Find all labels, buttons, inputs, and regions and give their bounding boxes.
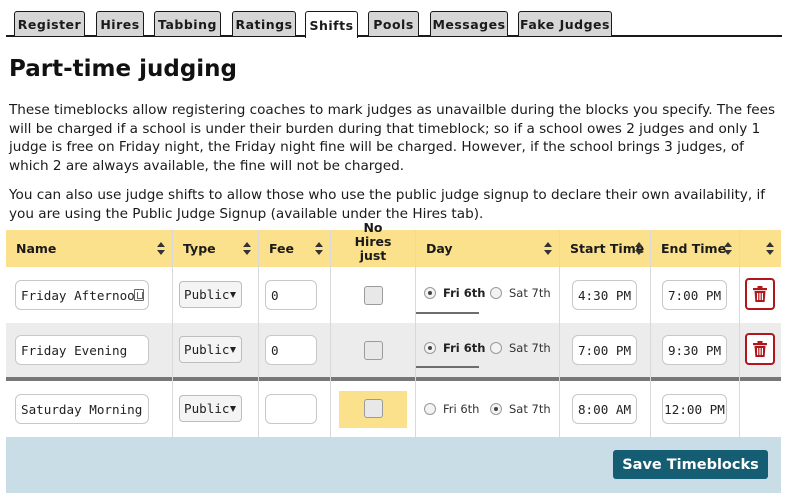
end-time-input[interactable]: 12:00 PM: [662, 394, 727, 424]
column-separator: [650, 230, 651, 437]
nohires-checkbox[interactable]: [364, 286, 383, 305]
day-radio-fri[interactable]: [424, 403, 436, 415]
name-input[interactable]: Friday Afternoon: [15, 280, 149, 310]
shift-paragraph: You can also use judge shifts to allow t…: [9, 187, 766, 222]
tab-bar: Register Hires Tabbing Ratings Shifts Po…: [0, 0, 788, 38]
col-header-day[interactable]: Day: [416, 230, 559, 267]
day-radio-sat[interactable]: [490, 403, 502, 415]
fee-input[interactable]: 0: [265, 280, 317, 310]
fee-input[interactable]: 0: [265, 335, 317, 365]
day-label-sat: Sat 7th: [509, 286, 551, 300]
tab-ratings[interactable]: Ratings: [232, 11, 296, 36]
day-radio-sat[interactable]: [490, 287, 502, 299]
tab-hires[interactable]: Hires: [96, 11, 144, 36]
type-select[interactable]: Public: [179, 336, 242, 363]
type-select[interactable]: Public: [179, 281, 242, 308]
start-time-input[interactable]: 8:00 AM: [572, 394, 637, 424]
table-row: Friday Evening Public 0 Fri 6th Sat 7th …: [6, 323, 781, 377]
day-label-sat: Sat 7th: [509, 341, 551, 355]
sort-icon: [544, 242, 552, 255]
intro-paragraph: These timeblocks allow registering coach…: [9, 102, 776, 174]
col-header-end[interactable]: End Time: [651, 230, 739, 267]
end-time-input[interactable]: 7:00 PM: [662, 280, 727, 310]
sort-icon: [243, 242, 251, 255]
tab-messages[interactable]: Messages: [430, 11, 508, 36]
page-title: Part-time judging: [9, 56, 238, 82]
nohires-checkbox[interactable]: [364, 341, 383, 360]
day-label-fri: Fri 6th: [443, 402, 480, 416]
day-label-fri: Fri 6th: [443, 286, 486, 300]
fee-input[interactable]: [265, 394, 317, 424]
tab-fake-judges[interactable]: Fake Judges: [518, 11, 612, 36]
selected-day-indicator: [416, 366, 479, 368]
tab-shifts[interactable]: Shifts: [305, 11, 358, 38]
day-radio-fri[interactable]: [424, 342, 436, 354]
end-time-input[interactable]: 9:30 PM: [662, 335, 727, 365]
table-row: Friday Afternoon Public 0 Fri 6th Sat 7t…: [6, 267, 781, 323]
column-separator: [330, 230, 331, 437]
day-label-fri: Fri 6th: [443, 341, 486, 355]
col-header-type[interactable]: Type: [173, 230, 258, 267]
column-separator: [172, 230, 173, 437]
column-separator: [739, 230, 740, 437]
day-label-sat: Sat 7th: [509, 402, 551, 416]
table-row-new: Saturday Morning Public Fri 6th Sat 7th …: [6, 381, 781, 437]
col-header-actions[interactable]: [740, 230, 781, 267]
column-separator: [559, 230, 560, 437]
tab-tabbing[interactable]: Tabbing: [154, 11, 221, 36]
trash-icon: [753, 286, 767, 302]
tab-register[interactable]: Register: [14, 11, 85, 36]
type-select[interactable]: Public: [179, 395, 242, 422]
day-radio-sat[interactable]: [490, 342, 502, 354]
col-header-fee[interactable]: Fee: [259, 230, 330, 267]
sort-icon: [635, 242, 643, 255]
nohires-checkbox[interactable]: [364, 399, 383, 418]
start-time-input[interactable]: 4:30 PM: [572, 280, 637, 310]
sort-icon: [157, 242, 165, 255]
delete-button[interactable]: [745, 333, 775, 365]
name-input[interactable]: Friday Evening: [15, 335, 149, 365]
sort-icon: [315, 242, 323, 255]
column-separator: [415, 230, 416, 437]
selected-day-indicator: [416, 312, 479, 314]
day-radio-fri[interactable]: [424, 287, 436, 299]
col-header-start[interactable]: Start Time: [560, 230, 650, 267]
chevron-down-icon: [230, 347, 236, 353]
trash-icon: [753, 341, 767, 357]
sort-icon: [724, 242, 732, 255]
chevron-down-icon: [230, 292, 236, 298]
col-header-name[interactable]: Name: [6, 230, 172, 267]
name-input[interactable]: Saturday Morning: [15, 394, 149, 424]
column-separator: [258, 230, 259, 437]
sort-icon: [766, 242, 774, 255]
delete-button[interactable]: [745, 278, 775, 310]
col-header-nohires: No Hires just warn: [331, 220, 415, 276]
save-timeblocks-button[interactable]: Save Timeblocks: [613, 450, 768, 479]
password-manager-icon: [134, 289, 144, 301]
tab-pools[interactable]: Pools: [368, 11, 419, 36]
start-time-input[interactable]: 7:00 PM: [572, 335, 637, 365]
chevron-down-icon: [230, 406, 236, 412]
